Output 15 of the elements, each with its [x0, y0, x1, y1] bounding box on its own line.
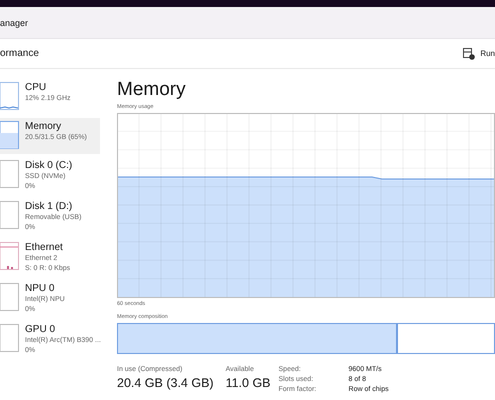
- device-name: Disk 1 (D:): [25, 201, 74, 213]
- run-task-button[interactable]: Run: [461, 48, 495, 60]
- device-name: Memory: [25, 121, 62, 133]
- section-title: Memory: [117, 79, 187, 101]
- run-task-icon: [463, 48, 476, 60]
- device-name: GPU 0: [25, 324, 56, 336]
- stat-value: 20.4 GB (3.4 GB): [117, 375, 214, 391]
- device-name: NPU 0: [25, 283, 56, 295]
- stat-value: 11.0 GB: [226, 375, 271, 391]
- window-title: anager: [0, 18, 28, 28]
- mini-graph-icon: [0, 121, 19, 149]
- page-title: ormance: [0, 48, 39, 59]
- device-name: Ethernet: [25, 242, 64, 254]
- device-name: Disk 0 (C:): [25, 160, 72, 172]
- device-name: CPU: [25, 82, 48, 94]
